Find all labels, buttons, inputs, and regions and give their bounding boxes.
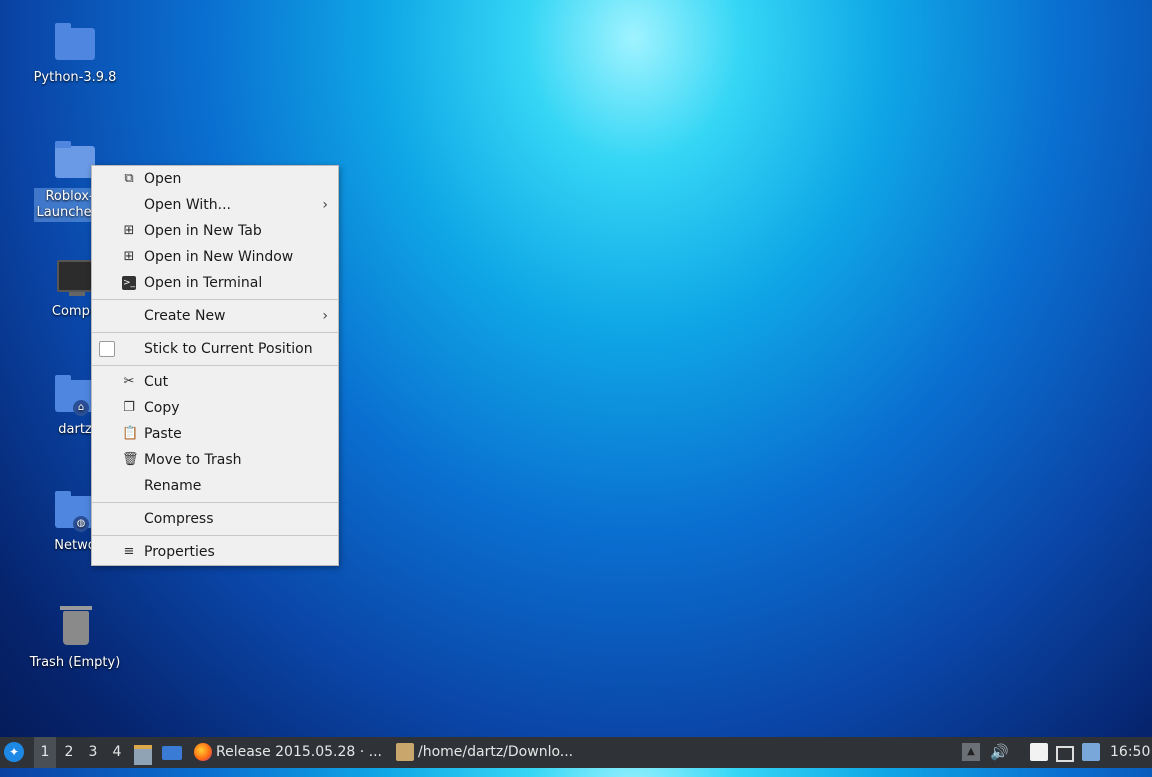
desktop-icon bbox=[162, 746, 182, 760]
desktop-icon-trash[interactable]: Trash (Empty) bbox=[15, 603, 135, 670]
menu-item-paste[interactable]: 📋 Paste bbox=[92, 421, 338, 447]
folder-icon bbox=[51, 18, 99, 66]
stick-position-checkbox[interactable] bbox=[99, 341, 115, 357]
properties-icon: ≡ bbox=[123, 544, 135, 559]
menu-item-rename[interactable]: Rename bbox=[92, 473, 338, 499]
network-icon[interactable] bbox=[1056, 746, 1074, 762]
new-window-icon: ⊞ bbox=[123, 249, 135, 264]
menu-separator bbox=[92, 502, 338, 503]
clock[interactable]: 16:50 bbox=[1110, 737, 1150, 768]
menu-item-cut[interactable]: ✂ Cut bbox=[92, 369, 338, 395]
menu-item-create-new[interactable]: Create New › bbox=[92, 303, 338, 329]
desktop-icon-python[interactable]: Python-3.9.8 bbox=[15, 18, 135, 85]
menu-item-properties[interactable]: ≡ Properties bbox=[92, 539, 338, 565]
file-manager-icon bbox=[396, 743, 414, 761]
terminal-icon: >_ bbox=[122, 276, 136, 290]
distro-logo-icon: ✦ bbox=[4, 742, 24, 762]
workspace-3[interactable]: 3 bbox=[82, 737, 104, 768]
firefox-icon bbox=[194, 743, 212, 761]
chevron-right-icon: › bbox=[322, 197, 328, 213]
tray-expand-icon[interactable]: ▲ bbox=[962, 743, 980, 761]
new-tab-icon: ⊞ bbox=[123, 223, 135, 238]
taskbar: ✦ 1 2 3 4 Release 2015.05.28 · ... /home… bbox=[0, 737, 1152, 768]
menu-item-open-with[interactable]: Open With... › bbox=[92, 192, 338, 218]
menu-separator bbox=[92, 332, 338, 333]
menu-item-compress[interactable]: Compress bbox=[92, 506, 338, 532]
menu-item-open-new-window[interactable]: ⊞ Open in New Window bbox=[92, 244, 338, 270]
menu-item-move-to-trash[interactable]: 🗑 Move to Trash bbox=[92, 447, 338, 473]
update-notifier-icon[interactable] bbox=[1082, 743, 1100, 761]
clipboard-icon[interactable] bbox=[1030, 743, 1048, 761]
menu-separator bbox=[92, 365, 338, 366]
task-file-manager[interactable]: /home/dartz/Downlo... bbox=[396, 737, 586, 768]
workspace-4[interactable]: 4 bbox=[106, 737, 128, 768]
paste-icon: 📋 bbox=[122, 426, 139, 441]
context-menu: ⧉ Open Open With... › ⊞ Open in New Tab … bbox=[91, 165, 339, 566]
show-desktop-button[interactable] bbox=[162, 737, 184, 768]
file-manager-icon bbox=[134, 745, 152, 765]
desktop-icon-label: Python-3.9.8 bbox=[33, 70, 117, 85]
copy-icon: ❐ bbox=[123, 400, 135, 415]
menu-item-open[interactable]: ⧉ Open bbox=[92, 166, 338, 192]
workspace-2[interactable]: 2 bbox=[58, 737, 80, 768]
trash-icon: 🗑 bbox=[122, 452, 139, 467]
workspace-1[interactable]: 1 bbox=[34, 737, 56, 768]
cut-icon: ✂ bbox=[123, 374, 135, 389]
menu-item-open-new-tab[interactable]: ⊞ Open in New Tab bbox=[92, 218, 338, 244]
menu-item-copy[interactable]: ❐ Copy bbox=[92, 395, 338, 421]
menu-separator bbox=[92, 299, 338, 300]
menu-separator bbox=[92, 535, 338, 536]
menu-item-open-terminal[interactable]: >_ Open in Terminal bbox=[92, 270, 338, 296]
menu-item-stick-position[interactable]: Stick to Current Position bbox=[92, 336, 338, 362]
desktop-icon-label: Trash (Empty) bbox=[29, 655, 121, 670]
task-firefox[interactable]: Release 2015.05.28 · ... bbox=[194, 737, 384, 768]
chevron-right-icon: › bbox=[322, 308, 328, 324]
file-manager-launcher[interactable] bbox=[134, 737, 156, 768]
volume-icon[interactable]: 🔊 bbox=[990, 743, 1009, 761]
open-icon: ⧉ bbox=[124, 171, 134, 186]
trash-icon bbox=[51, 603, 99, 651]
start-menu-button[interactable]: ✦ bbox=[4, 737, 30, 768]
